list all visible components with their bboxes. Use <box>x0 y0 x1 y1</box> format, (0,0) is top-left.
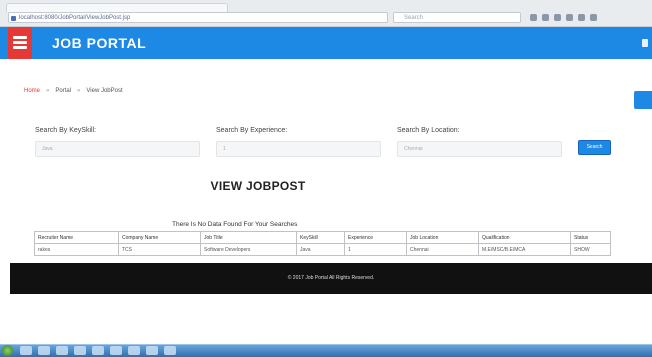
status-link[interactable]: SHOW <box>570 243 611 256</box>
location-input[interactable]: Chennai <box>397 141 562 157</box>
breadcrumb-home-link[interactable]: Home <box>24 88 40 94</box>
column-header: KeySkill <box>296 231 345 244</box>
taskbar-app-icon[interactable] <box>74 346 86 355</box>
breadcrumb-separator: » <box>77 88 81 94</box>
recruiter-name-cell: rakes <box>34 243 119 256</box>
taskbar-app-icon[interactable] <box>38 346 50 355</box>
breadcrumb-portal-link[interactable]: Portal <box>55 88 71 94</box>
keyskill-input[interactable]: Java <box>35 141 200 157</box>
column-header: Experience <box>344 231 407 244</box>
column-header: Company Name <box>118 231 201 244</box>
app-title: JOB PORTAL <box>52 35 147 51</box>
hamburger-icon-bar <box>13 41 27 44</box>
column-header: Job Location <box>406 231 479 244</box>
experience-value: 1 <box>223 146 226 152</box>
hamburger-icon-bar <box>13 46 27 49</box>
os-taskbar <box>0 344 652 357</box>
breadcrumb: Home » Portal » View JobPost <box>24 88 123 94</box>
qualification-cell: M.E/MSC/B.E/MCA <box>478 243 571 256</box>
browser-search-placeholder: Search <box>404 15 424 21</box>
taskbar-app-icon[interactable] <box>146 346 158 355</box>
bookmark-star-icon[interactable] <box>530 14 537 21</box>
taskbar-app-icon[interactable] <box>110 346 122 355</box>
keyskill-cell: Java <box>296 243 345 256</box>
keyskill-label: Search By KeySkill: <box>35 127 97 134</box>
company-name-cell: TCS <box>118 243 201 256</box>
taskbar-app-icon[interactable] <box>20 346 32 355</box>
breadcrumb-separator: » <box>46 88 50 94</box>
browser-search-input[interactable]: Search <box>393 12 521 23</box>
taskbar-app-icon[interactable] <box>128 346 140 355</box>
taskbar-app-icon[interactable] <box>92 346 104 355</box>
browser-toolbar-icons <box>530 12 597 23</box>
experience-label: Search By Experience: <box>216 127 288 134</box>
browser-tab[interactable] <box>6 3 228 12</box>
search-button[interactable]: Search <box>578 140 611 155</box>
address-bar[interactable]: localhost:8080/JobPortal/ViewJobPost.jsp <box>8 12 388 23</box>
header-user-icon[interactable] <box>642 39 648 47</box>
column-header: Recruiter Name <box>34 231 119 244</box>
column-header: Qualification <box>478 231 571 244</box>
footer-copyright: © 2017 Job Portal All Rights Reserved. <box>287 275 375 281</box>
job-title-cell: Software Developers <box>200 243 297 256</box>
jobpost-table: Recruiter Name Company Name Job Title Ke… <box>34 231 611 256</box>
job-location-cell: Chennai <box>406 243 479 256</box>
menu-icon[interactable] <box>590 14 597 21</box>
table-row: rakes TCS Software Developers Java 1 Che… <box>34 243 611 256</box>
browser-toolbar: localhost:8080/JobPortal/ViewJobPost.jsp… <box>0 0 652 27</box>
experience-input[interactable]: 1 <box>216 141 381 157</box>
column-header: Job Title <box>200 231 297 244</box>
home-icon[interactable] <box>566 14 573 21</box>
taskbar-app-icon[interactable] <box>164 346 176 355</box>
page-icon <box>11 16 16 21</box>
no-data-message: There Is No Data Found For Your Searches <box>172 221 298 228</box>
page-title-text: VIEW JOBPOST <box>210 179 306 193</box>
hamburger-menu-button[interactable] <box>8 27 32 59</box>
side-action-button[interactable] <box>634 91 652 109</box>
keyskill-value: Java <box>42 146 53 152</box>
address-text: localhost:8080/JobPortal/ViewJobPost.jsp <box>19 15 131 21</box>
hamburger-icon <box>13 36 27 39</box>
page-title: VIEW JOBPOST <box>0 179 652 193</box>
taskbar-app-icon[interactable] <box>56 346 68 355</box>
experience-cell: 1 <box>344 243 407 256</box>
breadcrumb-current: View JobPost <box>86 88 123 94</box>
shield-icon[interactable] <box>578 14 585 21</box>
table-header-row: Recruiter Name Company Name Job Title Ke… <box>34 231 611 244</box>
column-header: Status <box>570 231 611 244</box>
start-button-icon[interactable] <box>2 345 13 356</box>
location-label: Search By Location: <box>397 127 460 134</box>
download-icon[interactable] <box>554 14 561 21</box>
reading-list-icon[interactable] <box>542 14 549 21</box>
page-footer: © 2017 Job Portal All Rights Reserved. <box>10 263 652 294</box>
app-header: JOB PORTAL <box>0 27 652 59</box>
location-value: Chennai <box>404 146 423 152</box>
